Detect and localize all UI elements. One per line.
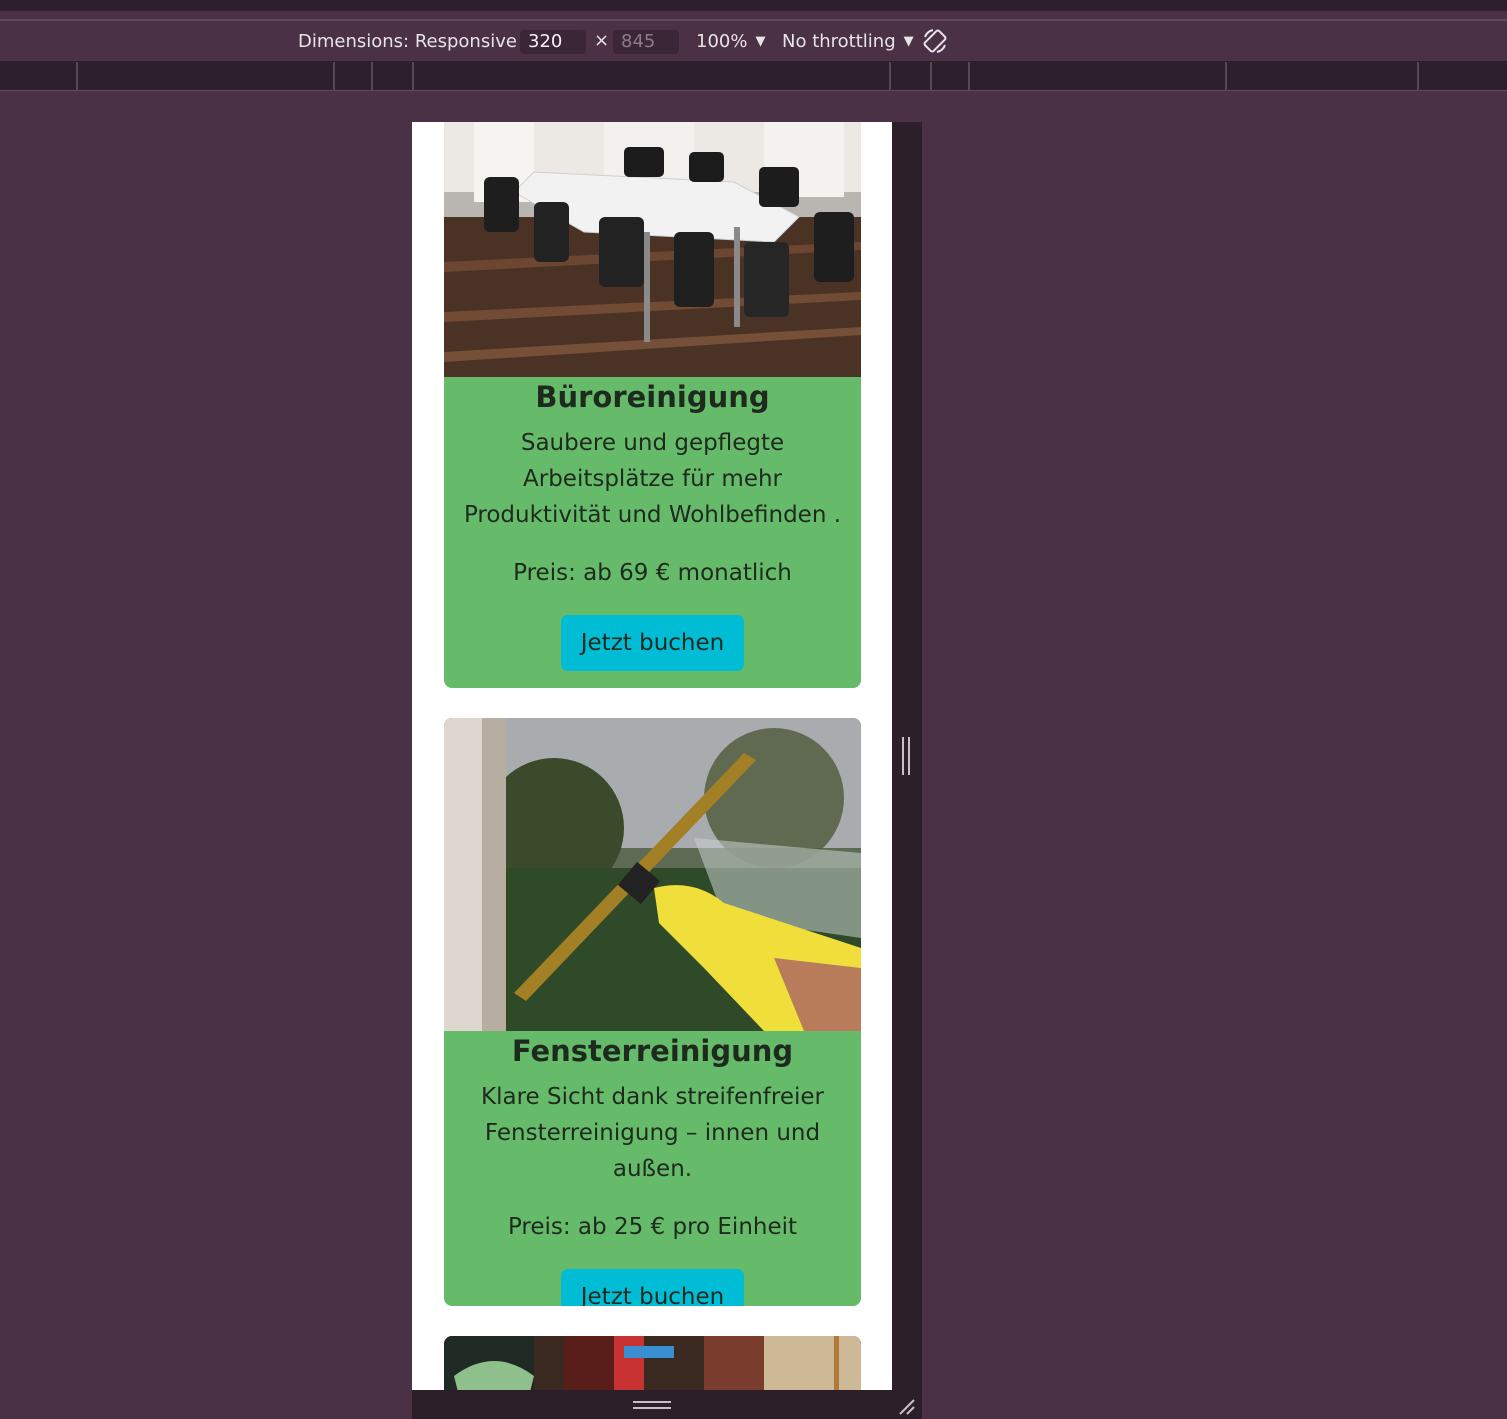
dimensions-label: Dimensions: Responsive	[298, 30, 517, 52]
card-title: Büroreinigung	[535, 380, 770, 414]
zoom-dropdown[interactable]: 100% ▼	[696, 21, 765, 61]
chevron-down-icon: ▼	[903, 33, 914, 49]
resize-handle-horizontal[interactable]	[902, 737, 910, 775]
dimensions-dropdown[interactable]: Dimensions: Responsive ▼	[298, 21, 535, 61]
times-icon: ×	[594, 30, 610, 51]
media-query-ruler[interactable]	[0, 62, 1507, 91]
window-cleaning-image	[444, 718, 861, 1031]
book-now-button[interactable]: Jetzt buchen	[560, 615, 745, 671]
office-meeting-room-image	[444, 122, 861, 377]
service-card-next	[444, 1336, 861, 1390]
zoom-label: 100%	[696, 30, 748, 52]
rotate-icon[interactable]	[921, 27, 949, 55]
card-description: Saubere und gepflegte Arbeitsplätze für …	[463, 430, 842, 528]
card-price: Preis: ab 69 € monatlich	[513, 560, 792, 586]
width-input[interactable]: 320	[520, 30, 586, 54]
device-viewport: Büroreinigung Saubere und gepflegte Arbe…	[412, 122, 892, 1390]
throttling-dropdown[interactable]: No throttling ▼	[782, 21, 914, 61]
cleaning-tools-image	[444, 1336, 861, 1390]
card-description: Klare Sicht dank streifenfreier Fensterr…	[481, 1084, 824, 1182]
height-input[interactable]: 845	[613, 30, 679, 54]
resize-handle-vertical[interactable]	[633, 1401, 671, 1409]
throttling-label: No throttling	[782, 30, 896, 52]
book-now-button[interactable]: Jetzt buchen	[560, 1269, 745, 1306]
service-card-window: Fensterreinigung Klare Sicht dank streif…	[444, 718, 861, 1306]
responsive-toolbar: Dimensions: Responsive ▼ 320 × 845 100% …	[0, 21, 1507, 62]
resize-corner-icon[interactable]	[896, 1396, 916, 1416]
window-top-strip	[0, 0, 1507, 11]
card-price: Preis: ab 25 € pro Einheit	[507, 1214, 798, 1240]
chevron-down-icon: ▼	[755, 33, 766, 49]
card-title: Fensterreinigung	[511, 1034, 794, 1068]
service-card-office: Büroreinigung Saubere und gepflegte Arbe…	[444, 122, 861, 688]
